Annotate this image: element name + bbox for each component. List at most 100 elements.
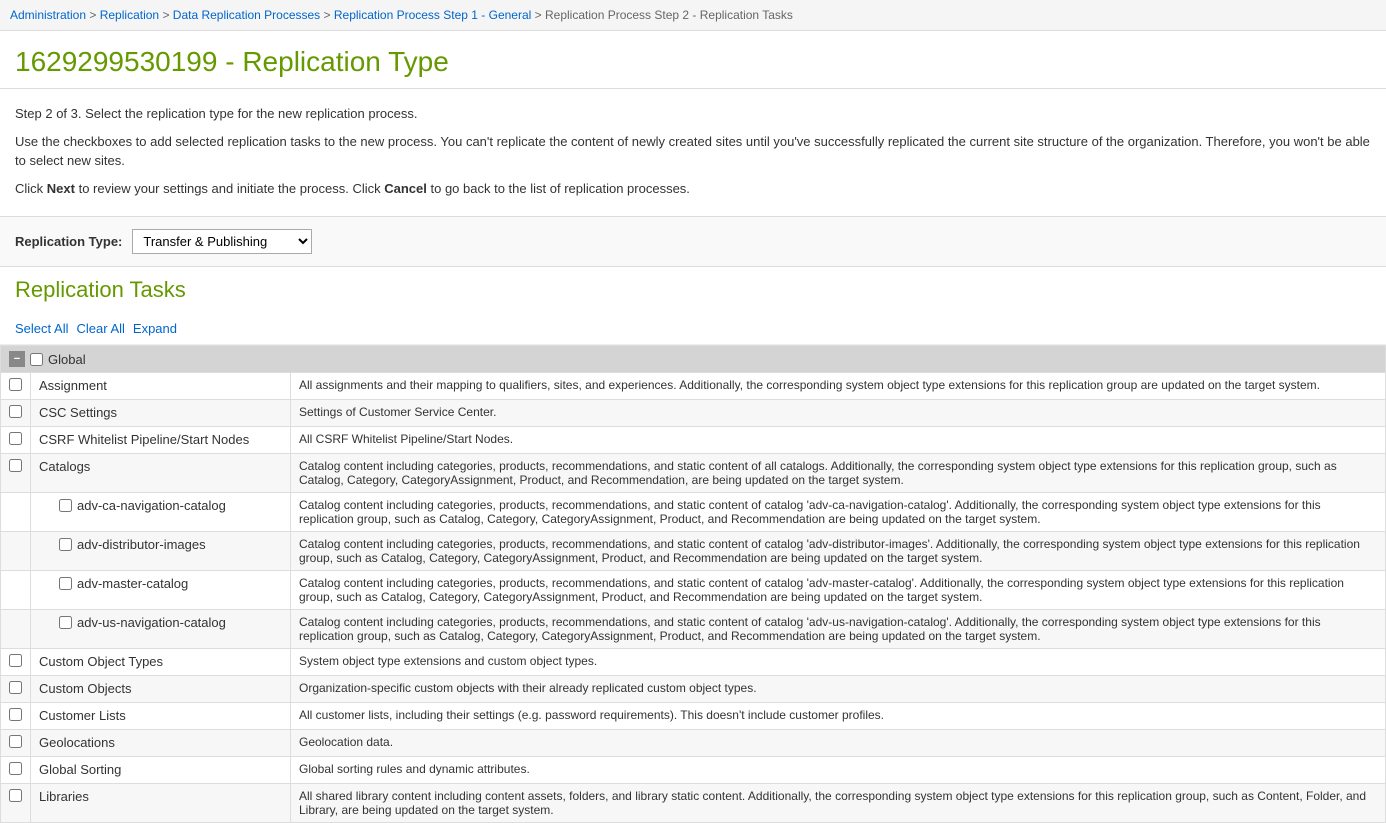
global-group-row: − Global (1, 346, 1386, 373)
checkbox-cell (1, 703, 31, 730)
csc-settings-checkbox[interactable] (9, 405, 22, 418)
task-name-label: adv-master-catalog (77, 576, 188, 591)
clear-all-link[interactable]: Clear All (76, 321, 124, 336)
tasks-actions: Select All Clear All Expand (0, 313, 1386, 345)
breadcrumb: Administration > Replication > Data Repl… (0, 0, 1386, 31)
table-row: Libraries All shared library content inc… (1, 784, 1386, 823)
checkbox-cell (1, 373, 31, 400)
task-desc-cell: All assignments and their mapping to qua… (291, 373, 1386, 400)
csrf-checkbox[interactable] (9, 432, 22, 445)
page-header: 1629299530199 - Replication Type (0, 31, 1386, 89)
task-name-cell: adv-ca-navigation-catalog (31, 493, 291, 532)
replication-type-label: Replication Type: (15, 234, 122, 249)
collapse-button[interactable]: − (9, 351, 25, 367)
table-row: adv-ca-navigation-catalog Catalog conten… (1, 493, 1386, 532)
tasks-table: − Global Assignment All assignments and … (0, 345, 1386, 823)
task-name-cell: Customer Lists (31, 703, 291, 730)
task-desc-cell: Catalog content including categories, pr… (291, 610, 1386, 649)
task-name-label: adv-distributor-images (77, 537, 206, 552)
checkbox-cell (1, 493, 31, 532)
task-desc-cell: Settings of Customer Service Center. (291, 400, 1386, 427)
task-name-label: adv-us-navigation-catalog (77, 615, 226, 630)
breadcrumb-replication[interactable]: Replication (100, 8, 159, 22)
task-name-cell: Custom Object Types (31, 649, 291, 676)
table-row: Custom Object Types System object type e… (1, 649, 1386, 676)
breadcrumb-administration[interactable]: Administration (10, 8, 86, 22)
checkbox-cell (1, 757, 31, 784)
expand-link[interactable]: Expand (133, 321, 177, 336)
nav-next-label: Next (47, 181, 75, 196)
adv-master-checkbox[interactable] (59, 577, 72, 590)
custom-object-types-checkbox[interactable] (9, 654, 22, 667)
adv-us-checkbox[interactable] (59, 616, 72, 629)
checkbox-info: Use the checkboxes to add selected repli… (15, 132, 1371, 171)
table-row: adv-us-navigation-catalog Catalog conten… (1, 610, 1386, 649)
task-desc-cell: System object type extensions and custom… (291, 649, 1386, 676)
description-section: Step 2 of 3. Select the replication type… (0, 89, 1386, 217)
task-name-cell: Catalogs (31, 454, 291, 493)
adv-distributor-checkbox[interactable] (59, 538, 72, 551)
task-desc-cell: Catalog content including categories, pr… (291, 532, 1386, 571)
task-desc-cell: Catalog content including categories, pr… (291, 571, 1386, 610)
checkbox-cell (1, 784, 31, 823)
geolocations-checkbox[interactable] (9, 735, 22, 748)
task-desc-cell: Organization-specific custom objects wit… (291, 676, 1386, 703)
table-row: Catalogs Catalog content including categ… (1, 454, 1386, 493)
table-row: CSC Settings Settings of Customer Servic… (1, 400, 1386, 427)
breadcrumb-step1[interactable]: Replication Process Step 1 - General (334, 8, 531, 22)
nav-middle: to review your settings and initiate the… (79, 181, 385, 196)
checkbox-cell (1, 610, 31, 649)
task-desc-cell: All CSRF Whitelist Pipeline/Start Nodes. (291, 427, 1386, 454)
assignment-checkbox[interactable] (9, 378, 22, 391)
task-name-cell: adv-distributor-images (31, 532, 291, 571)
catalogs-checkbox[interactable] (9, 459, 22, 472)
checkbox-cell (1, 730, 31, 757)
customer-lists-checkbox[interactable] (9, 708, 22, 721)
table-row: Customer Lists All customer lists, inclu… (1, 703, 1386, 730)
task-desc-cell: All customer lists, including their sett… (291, 703, 1386, 730)
nav-suffix: to go back to the list of replication pr… (431, 181, 690, 196)
task-name-cell: Libraries (31, 784, 291, 823)
checkbox-cell (1, 427, 31, 454)
checkbox-cell (1, 571, 31, 610)
task-desc-cell: Geolocation data. (291, 730, 1386, 757)
nav-prefix: Click (15, 181, 47, 196)
task-name-cell: Assignment (31, 373, 291, 400)
replication-type-section: Replication Type: Transfer & Publishing … (0, 217, 1386, 267)
table-row: adv-master-catalog Catalog content inclu… (1, 571, 1386, 610)
checkbox-cell (1, 649, 31, 676)
task-name-label: adv-ca-navigation-catalog (77, 498, 226, 513)
checkbox-cell (1, 532, 31, 571)
table-row: Global Sorting Global sorting rules and … (1, 757, 1386, 784)
table-row: Custom Objects Organization-specific cus… (1, 676, 1386, 703)
task-desc-cell: Catalog content including categories, pr… (291, 454, 1386, 493)
global-group-label: Global (48, 352, 86, 367)
breadcrumb-current: Replication Process Step 2 - Replication… (545, 8, 793, 22)
table-row: adv-distributor-images Catalog content i… (1, 532, 1386, 571)
checkbox-cell (1, 400, 31, 427)
select-all-link[interactable]: Select All (15, 321, 68, 336)
task-name-cell: adv-us-navigation-catalog (31, 610, 291, 649)
task-name-cell: Custom Objects (31, 676, 291, 703)
task-desc-cell: All shared library content including con… (291, 784, 1386, 823)
custom-objects-checkbox[interactable] (9, 681, 22, 694)
page-title: 1629299530199 - Replication Type (15, 46, 1371, 78)
breadcrumb-data-replication[interactable]: Data Replication Processes (173, 8, 320, 22)
task-name-cell: Global Sorting (31, 757, 291, 784)
nav-cancel-label: Cancel (384, 181, 427, 196)
global-sorting-checkbox[interactable] (9, 762, 22, 775)
nav-info: Click Next to review your settings and i… (15, 179, 1371, 199)
replication-type-select[interactable]: Transfer & Publishing Export Search Inde… (132, 229, 312, 254)
table-row: Geolocations Geolocation data. (1, 730, 1386, 757)
step-info: Step 2 of 3. Select the replication type… (15, 104, 1371, 124)
task-desc-cell: Catalog content including categories, pr… (291, 493, 1386, 532)
global-group-checkbox[interactable] (30, 353, 43, 366)
libraries-checkbox[interactable] (9, 789, 22, 802)
task-name-cell: Geolocations (31, 730, 291, 757)
task-name-cell: CSRF Whitelist Pipeline/Start Nodes (31, 427, 291, 454)
checkbox-cell (1, 676, 31, 703)
task-name-cell: adv-master-catalog (31, 571, 291, 610)
tasks-title: Replication Tasks (15, 277, 1371, 303)
task-desc-cell: Global sorting rules and dynamic attribu… (291, 757, 1386, 784)
adv-ca-checkbox[interactable] (59, 499, 72, 512)
